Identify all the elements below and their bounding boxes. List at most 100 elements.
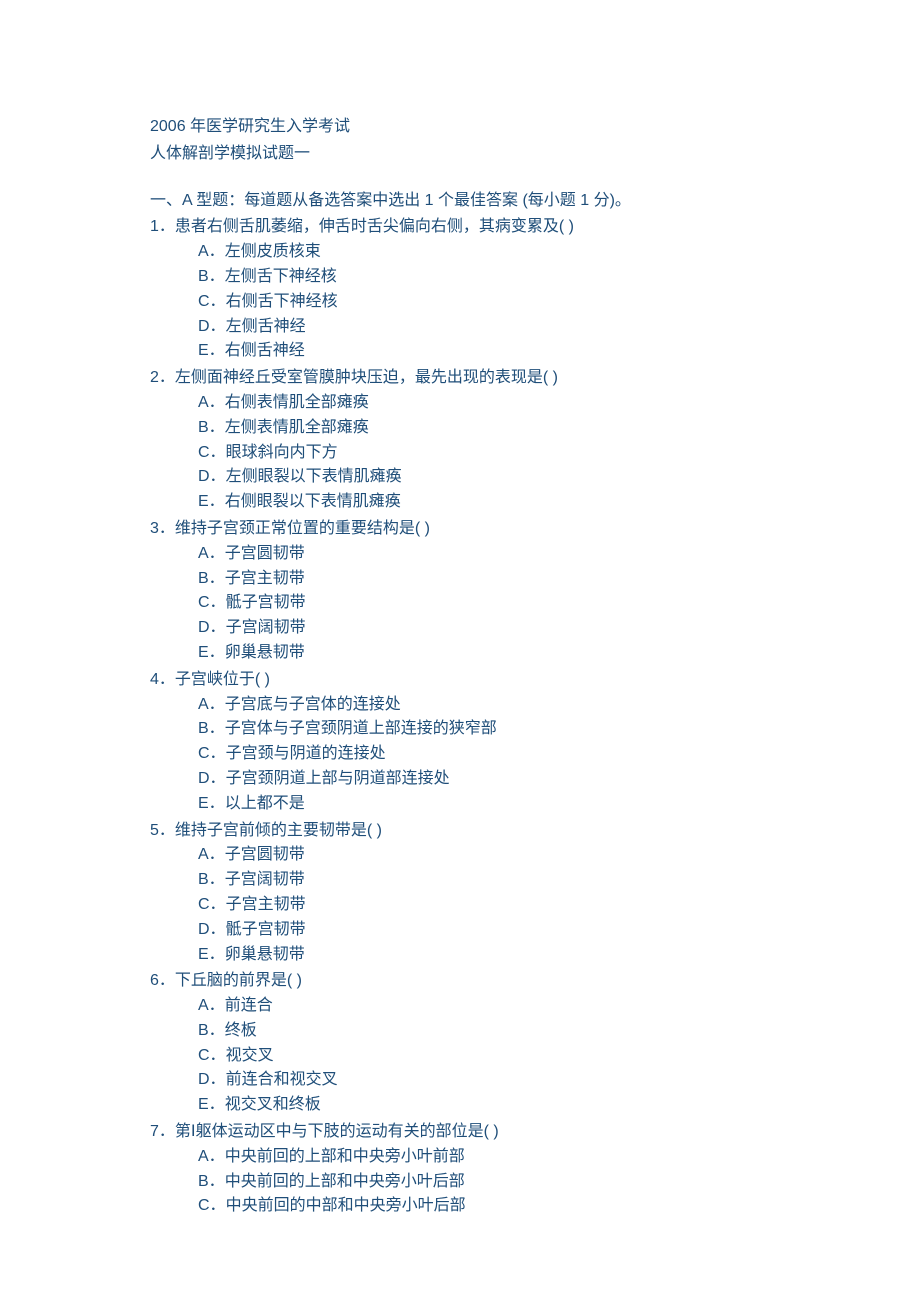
option-text: 视交叉 bbox=[226, 1047, 274, 1064]
option-label: A． bbox=[198, 1148, 225, 1165]
option-label: B． bbox=[198, 268, 225, 285]
question-stem: 7．第Ⅰ躯体运动区中与下肢的运动有关的部位是( ) bbox=[150, 1120, 805, 1145]
questions-list: 1．患者右侧舌肌萎缩，伸舌时舌尖偏向右侧，其病变累及( )A．左侧皮质核束B．左… bbox=[150, 215, 805, 1219]
option-label: D． bbox=[198, 318, 226, 335]
option-label: A． bbox=[198, 545, 225, 562]
option-text: 左侧表情肌全部瘫痪 bbox=[225, 419, 369, 436]
option-text: 卵巢悬韧带 bbox=[225, 644, 305, 661]
option: D．前连合和视交叉 bbox=[150, 1068, 805, 1093]
option-text: 子宫主韧带 bbox=[225, 570, 305, 587]
option-label: A． bbox=[198, 394, 225, 411]
option-text: 中央前回的上部和中央旁小叶后部 bbox=[225, 1173, 465, 1190]
option: A．子宫圆韧带 bbox=[150, 843, 805, 868]
question: 3．维持子宫颈正常位置的重要结构是( )A．子宫圆韧带B．子宫主韧带C．骶子宫韧… bbox=[150, 517, 805, 666]
option-label: B． bbox=[198, 720, 225, 737]
option: C．眼球斜向内下方 bbox=[150, 441, 805, 466]
option-label: C． bbox=[198, 896, 226, 913]
option: B．左侧表情肌全部瘫痪 bbox=[150, 416, 805, 441]
option: E．右侧舌神经 bbox=[150, 339, 805, 364]
question-number: 6． bbox=[150, 972, 175, 989]
option-label: D． bbox=[198, 921, 226, 938]
option-text: 子宫颈阴道上部与阴道部连接处 bbox=[226, 770, 450, 787]
option-text: 子宫阔韧带 bbox=[226, 619, 306, 636]
option-text: 眼球斜向内下方 bbox=[226, 444, 338, 461]
option-label: B． bbox=[198, 419, 225, 436]
option-label: A． bbox=[198, 696, 225, 713]
option-text: 中央前回的上部和中央旁小叶前部 bbox=[225, 1148, 465, 1165]
option-text: 右侧眼裂以下表情肌瘫痪 bbox=[225, 493, 401, 510]
option-text: 子宫体与子宫颈阴道上部连接的狭窄部 bbox=[225, 720, 497, 737]
option-label: D． bbox=[198, 770, 226, 787]
option-text: 骶子宫韧带 bbox=[226, 594, 306, 611]
option-text: 前连合 bbox=[225, 997, 273, 1014]
question-text: 第Ⅰ躯体运动区中与下肢的运动有关的部位是( ) bbox=[175, 1123, 499, 1140]
option-label: E． bbox=[198, 493, 225, 510]
option: D．左侧眼裂以下表情肌瘫痪 bbox=[150, 465, 805, 490]
option: D．子宫颈阴道上部与阴道部连接处 bbox=[150, 767, 805, 792]
option: C．中央前回的中部和中央旁小叶后部 bbox=[150, 1194, 805, 1219]
option: B．中央前回的上部和中央旁小叶后部 bbox=[150, 1170, 805, 1195]
option-text: 终板 bbox=[225, 1022, 257, 1039]
option: B．终板 bbox=[150, 1019, 805, 1044]
question-text: 维持子宫颈正常位置的重要结构是( ) bbox=[175, 520, 430, 537]
option-text: 左侧眼裂以下表情肌瘫痪 bbox=[226, 468, 402, 485]
option-text: 子宫主韧带 bbox=[226, 896, 306, 913]
question-text: 维持子宫前倾的主要韧带是( ) bbox=[175, 822, 382, 839]
option-label: E． bbox=[198, 1096, 225, 1113]
option-text: 前连合和视交叉 bbox=[226, 1071, 338, 1088]
option-label: A． bbox=[198, 243, 225, 260]
option: C．骶子宫韧带 bbox=[150, 591, 805, 616]
question-text: 子宫峡位于( ) bbox=[175, 671, 270, 688]
option-label: B． bbox=[198, 1022, 225, 1039]
option-label: D． bbox=[198, 619, 226, 636]
option-text: 子宫阔韧带 bbox=[225, 871, 305, 888]
question-stem: 6．下丘脑的前界是( ) bbox=[150, 969, 805, 994]
option: A．右侧表情肌全部瘫痪 bbox=[150, 391, 805, 416]
question-number: 3． bbox=[150, 520, 175, 537]
option: C．右侧舌下神经核 bbox=[150, 290, 805, 315]
option-label: C． bbox=[198, 594, 226, 611]
question-stem: 3．维持子宫颈正常位置的重要结构是( ) bbox=[150, 517, 805, 542]
option-text: 卵巢悬韧带 bbox=[225, 946, 305, 963]
question-text: 左侧面神经丘受室管膜肿块压迫，最先出现的表现是( ) bbox=[175, 369, 558, 386]
option: B．子宫阔韧带 bbox=[150, 868, 805, 893]
question-number: 4． bbox=[150, 671, 175, 688]
option-label: B． bbox=[198, 570, 225, 587]
option-label: E． bbox=[198, 946, 225, 963]
question-text: 下丘脑的前界是( ) bbox=[175, 972, 302, 989]
option-text: 视交叉和终板 bbox=[225, 1096, 321, 1113]
option: C．子宫颈与阴道的连接处 bbox=[150, 742, 805, 767]
option: E．右侧眼裂以下表情肌瘫痪 bbox=[150, 490, 805, 515]
question-text: 患者右侧舌肌萎缩，伸舌时舌尖偏向右侧，其病变累及( ) bbox=[175, 218, 574, 235]
option-label: C． bbox=[198, 444, 226, 461]
option-label: D． bbox=[198, 1071, 226, 1088]
option: E．以上都不是 bbox=[150, 792, 805, 817]
option: E．卵巢悬韧带 bbox=[150, 641, 805, 666]
option-label: C． bbox=[198, 293, 226, 310]
option: A．中央前回的上部和中央旁小叶前部 bbox=[150, 1145, 805, 1170]
option-text: 右侧表情肌全部瘫痪 bbox=[225, 394, 369, 411]
section-a-heading: 一、A 型题：每道题从备选答案中选出 1 个最佳答案 (每小题 1 分)。 bbox=[150, 189, 805, 214]
question-stem: 1．患者右侧舌肌萎缩，伸舌时舌尖偏向右侧，其病变累及( ) bbox=[150, 215, 805, 240]
option: D．左侧舌神经 bbox=[150, 315, 805, 340]
question-number: 7． bbox=[150, 1123, 175, 1140]
question: 2．左侧面神经丘受室管膜肿块压迫，最先出现的表现是( )A．右侧表情肌全部瘫痪B… bbox=[150, 366, 805, 515]
option-text: 子宫圆韧带 bbox=[225, 545, 305, 562]
option: A．子宫圆韧带 bbox=[150, 542, 805, 567]
option-text: 子宫圆韧带 bbox=[225, 846, 305, 863]
exam-title-line2: 人体解剖学模拟试题一 bbox=[150, 142, 805, 167]
option-label: E． bbox=[198, 644, 225, 661]
option-label: D． bbox=[198, 468, 226, 485]
question-stem: 2．左侧面神经丘受室管膜肿块压迫，最先出现的表现是( ) bbox=[150, 366, 805, 391]
exam-title-line1: 2006 年医学研究生入学考试 bbox=[150, 115, 805, 140]
option-label: A． bbox=[198, 846, 225, 863]
option: E．卵巢悬韧带 bbox=[150, 943, 805, 968]
question: 6．下丘脑的前界是( )A．前连合B．终板C．视交叉D．前连合和视交叉E．视交叉… bbox=[150, 969, 805, 1118]
option-label: A． bbox=[198, 997, 225, 1014]
question-number: 1． bbox=[150, 218, 175, 235]
option-text: 左侧皮质核束 bbox=[225, 243, 321, 260]
question-number: 5． bbox=[150, 822, 175, 839]
option-label: C． bbox=[198, 1197, 226, 1214]
option: C．子宫主韧带 bbox=[150, 893, 805, 918]
option: A．子宫底与子宫体的连接处 bbox=[150, 693, 805, 718]
